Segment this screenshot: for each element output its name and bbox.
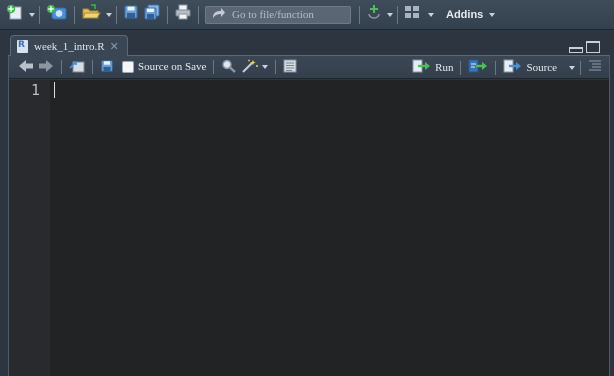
version-control-dropdown-icon[interactable] (387, 12, 393, 17)
toolbar-separator (495, 60, 497, 75)
source-label: Source (526, 61, 557, 74)
compile-report-button[interactable] (281, 57, 299, 77)
toolbar-separator (275, 60, 277, 74)
workspace-panes-button[interactable] (402, 4, 422, 26)
tab-filename: week_1_intro.R (34, 40, 105, 53)
new-file-button[interactable] (4, 4, 26, 26)
maximize-pane-icon[interactable] (586, 41, 600, 53)
new-file-icon (6, 4, 24, 25)
print-button[interactable] (172, 4, 194, 26)
toolbar-separator (198, 5, 199, 24)
toolbar-separator (61, 60, 62, 74)
save-icon (123, 4, 139, 25)
open-recent-dropdown-icon[interactable] (106, 12, 112, 17)
source-button[interactable]: Source (501, 58, 559, 78)
code-editor: 1 (8, 80, 610, 376)
code-tools-button[interactable] (239, 57, 270, 77)
text-cursor (54, 82, 55, 98)
goto-file-function-input[interactable] (226, 8, 338, 21)
forward-button[interactable] (36, 57, 56, 77)
minimize-pane-icon[interactable] (569, 47, 583, 53)
run-arrow-icon (412, 59, 432, 76)
addins-menu-button[interactable]: Addins (440, 4, 497, 26)
save-all-icon (143, 4, 161, 25)
toolbar-separator (167, 5, 168, 24)
forward-arrow-icon (38, 59, 54, 76)
new-project-icon (46, 4, 68, 25)
toolbar-separator (397, 5, 398, 24)
open-folder-icon (81, 4, 101, 25)
search-icon (221, 59, 237, 76)
toolbar-separator (213, 60, 215, 74)
workspace-panes-icon (404, 5, 420, 24)
toolbar-separator (92, 60, 93, 74)
magic-wand-icon (241, 59, 259, 76)
main-toolbar: Addins (0, 0, 614, 30)
editor-save-button[interactable] (98, 57, 116, 77)
source-dropdown-icon[interactable] (569, 65, 575, 70)
addins-dropdown-icon (489, 12, 496, 17)
r-file-icon (17, 40, 28, 53)
show-in-new-window-icon (69, 59, 85, 76)
toolbar-separator (359, 5, 360, 24)
pane-border (609, 56, 610, 376)
notebook-icon (283, 59, 297, 76)
save-button[interactable] (121, 4, 141, 26)
version-control-icon (366, 4, 382, 25)
editor-toolbar-right: Run Source (410, 56, 610, 79)
toolbar-separator (74, 5, 75, 24)
new-file-dropdown-icon[interactable] (29, 12, 35, 17)
goto-file-function-box[interactable] (205, 5, 351, 24)
pane-window-controls (569, 41, 600, 53)
code-tools-dropdown-icon (262, 65, 269, 69)
toolbar-separator (580, 60, 581, 75)
save-all-button[interactable] (141, 4, 163, 26)
run-label: Run (435, 61, 454, 74)
source-on-save-label: Source on Save (138, 61, 207, 73)
editor-toolbar: Source on Save Run Source (8, 56, 610, 79)
new-project-button[interactable] (44, 4, 70, 26)
run-button[interactable]: Run (410, 58, 455, 78)
print-icon (174, 4, 192, 25)
find-replace-button[interactable] (219, 57, 239, 77)
save-icon (100, 59, 114, 76)
source-arrow-icon (503, 59, 523, 76)
pane-border (8, 56, 9, 376)
source-on-save-toggle[interactable]: Source on Save (120, 57, 208, 77)
source-on-save-checkbox[interactable] (122, 61, 134, 73)
editor-tab-strip: week_1_intro.R ✕ (8, 33, 610, 57)
toolbar-separator (116, 5, 117, 24)
source-editor-pane: week_1_intro.R ✕ (8, 33, 610, 376)
show-in-new-window-button[interactable] (67, 57, 87, 77)
version-control-button[interactable] (364, 4, 384, 26)
document-outline-button[interactable] (586, 58, 604, 78)
toolbar-separator (460, 60, 462, 75)
workspace-panes-dropdown-icon[interactable] (428, 12, 434, 17)
rerun-previous-button[interactable] (466, 58, 490, 78)
addins-label: Addins (446, 8, 484, 21)
outline-icon (588, 60, 602, 75)
back-button[interactable] (16, 57, 36, 77)
back-arrow-icon (18, 59, 34, 76)
code-text-area[interactable] (50, 80, 610, 376)
toolbar-separator (39, 5, 40, 24)
open-file-button[interactable] (79, 4, 103, 26)
line-number: 1 (30, 81, 40, 99)
tab-week-1-intro[interactable]: week_1_intro.R ✕ (10, 35, 128, 57)
line-number-gutter: 1 (8, 80, 50, 376)
close-tab-icon[interactable]: ✕ (110, 40, 119, 53)
rerun-icon (468, 59, 488, 76)
goto-arrow-icon (212, 7, 226, 22)
